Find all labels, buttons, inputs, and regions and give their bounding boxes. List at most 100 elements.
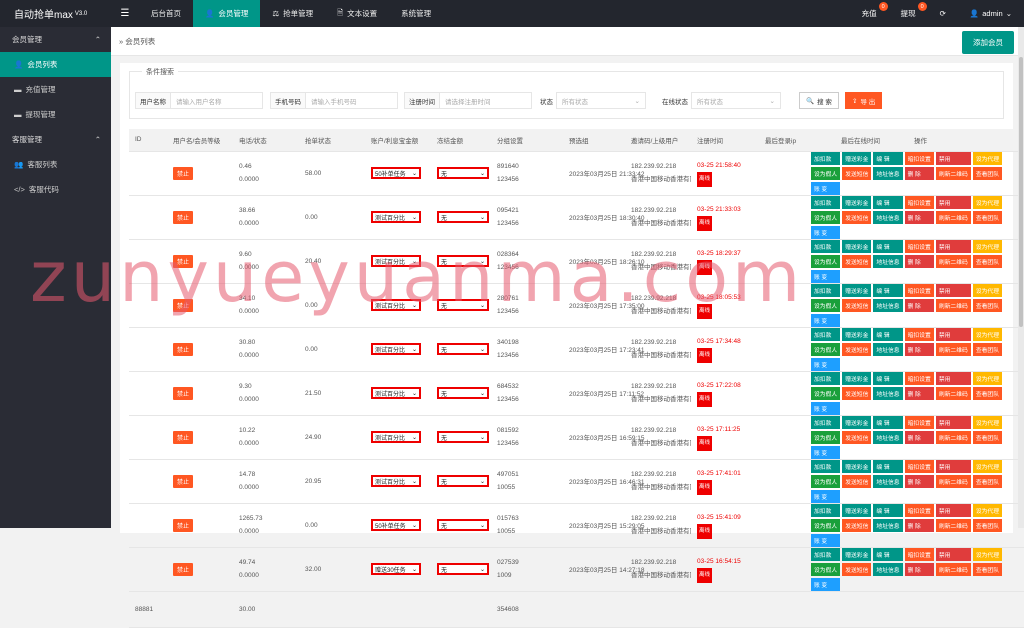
task-select[interactable]: 测试百分比 ⌄ (371, 387, 421, 399)
task-select[interactable]: 测试百分比 ⌄ (371, 431, 421, 443)
op-button-6[interactable]: 设为假人 (811, 474, 841, 488)
op-button-10[interactable]: 刷新二维码 (935, 210, 971, 224)
op-button-8[interactable]: 地址信息 (873, 562, 903, 576)
sidebar-item-service-code[interactable]: </> 客服代码 (0, 177, 111, 202)
sidebar-item-service-list[interactable]: 👥 客服列表 (0, 152, 111, 177)
task-select[interactable]: 测试百分比 ⌄ (371, 343, 421, 355)
op-button-8[interactable]: 地址信息 (873, 386, 903, 400)
op-button-11[interactable]: 查看团队 (972, 342, 1003, 356)
op-button-0[interactable]: 加扣款 (811, 547, 841, 561)
op-button-11[interactable]: 查看团队 (972, 474, 1003, 488)
status-badge[interactable]: 禁止 (173, 386, 194, 400)
group-select[interactable]: 无 ⌄ (437, 167, 489, 179)
op-button-3[interactable]: 暗扣设置 (904, 503, 934, 517)
op-button-8[interactable]: 地址信息 (873, 518, 903, 532)
op-button-11[interactable]: 查看团队 (972, 562, 1003, 576)
sidebar-group-service[interactable]: 客服管理 ⌃ (0, 127, 111, 152)
op-button-12[interactable]: 账 变 (811, 313, 841, 326)
task-select[interactable]: 测试百分比 ⌄ (371, 211, 421, 223)
op-button-9[interactable]: 删 除 (904, 474, 934, 488)
status-badge[interactable]: 禁止 (173, 166, 194, 180)
op-button-2[interactable]: 编 辑 (873, 415, 903, 429)
op-button-5[interactable]: 设为代理 (972, 371, 1003, 385)
recharge-link[interactable]: 充值 0 (850, 0, 889, 27)
phone-input[interactable]: 请输入手机号码 (305, 92, 398, 109)
op-button-2[interactable]: 编 辑 (873, 151, 903, 165)
op-button-12[interactable]: 账 变 (811, 181, 841, 194)
op-button-1[interactable]: 赠送彩金 (842, 327, 872, 341)
op-button-12[interactable]: 账 变 (811, 533, 841, 546)
op-button-7[interactable]: 发送短信 (842, 562, 872, 576)
op-button-7[interactable]: 发送短信 (842, 298, 872, 312)
op-button-10[interactable]: 刷新二维码 (935, 386, 971, 400)
op-button-8[interactable]: 地址信息 (873, 210, 903, 224)
op-button-9[interactable]: 删 除 (904, 430, 934, 444)
group-select[interactable]: 无 ⌄ (437, 211, 489, 223)
op-button-4[interactable]: 禁用 (935, 283, 971, 297)
op-button-5[interactable]: 设为代理 (972, 195, 1003, 209)
op-button-6[interactable]: 设为假人 (811, 342, 841, 356)
refresh-icon[interactable]: ⟳ (928, 0, 958, 27)
op-button-5[interactable]: 设为代理 (972, 459, 1003, 473)
status-badge[interactable]: 禁止 (173, 474, 194, 488)
op-button-10[interactable]: 刷新二维码 (935, 342, 971, 356)
group-select[interactable]: 无 ⌄ (437, 343, 489, 355)
op-button-7[interactable]: 发送短信 (842, 386, 872, 400)
op-button-5[interactable]: 设为代理 (972, 503, 1003, 517)
op-button-0[interactable]: 加扣款 (811, 327, 841, 341)
op-button-1[interactable]: 赠送彩金 (842, 547, 872, 561)
op-button-8[interactable]: 地址信息 (873, 166, 903, 180)
op-button-7[interactable]: 发送短信 (842, 518, 872, 532)
scrollbar-thumb[interactable] (1019, 57, 1023, 327)
op-button-12[interactable]: 账 变 (811, 357, 841, 370)
op-button-12[interactable]: 账 变 (811, 445, 841, 458)
op-button-4[interactable]: 禁用 (935, 459, 971, 473)
op-button-2[interactable]: 编 辑 (873, 459, 903, 473)
op-button-12[interactable]: 账 变 (811, 269, 841, 282)
op-button-10[interactable]: 刷新二维码 (935, 254, 971, 268)
op-button-2[interactable]: 编 辑 (873, 283, 903, 297)
op-button-6[interactable]: 设为假人 (811, 430, 841, 444)
op-button-9[interactable]: 删 除 (904, 166, 934, 180)
group-select[interactable]: 无 ⌄ (437, 255, 489, 267)
op-button-12[interactable]: 账 变 (811, 577, 841, 590)
group-select[interactable]: 无 ⌄ (437, 387, 489, 399)
op-button-2[interactable]: 编 辑 (873, 371, 903, 385)
op-button-4[interactable]: 禁用 (935, 195, 971, 209)
status-badge[interactable]: 禁止 (173, 254, 194, 268)
op-button-5[interactable]: 设为代理 (972, 239, 1003, 253)
sidebar-item-member-list[interactable]: 👤 会员列表 (0, 52, 111, 77)
op-button-10[interactable]: 刷新二维码 (935, 518, 971, 532)
task-select[interactable]: 测试百分比 ⌄ (371, 255, 421, 267)
op-button-3[interactable]: 暗扣设置 (904, 547, 934, 561)
op-button-8[interactable]: 地址信息 (873, 474, 903, 488)
withdraw-link[interactable]: 提现 0 (889, 0, 928, 27)
op-button-0[interactable]: 加扣款 (811, 371, 841, 385)
group-select[interactable]: 无 ⌄ (437, 299, 489, 311)
task-select[interactable]: 测试百分比 ⌄ (371, 475, 421, 487)
op-button-0[interactable]: 加扣款 (811, 459, 841, 473)
sidebar-item-withdraw[interactable]: ▬ 提现管理 (0, 102, 111, 127)
sidebar-item-recharge[interactable]: ▬ 充值管理 (0, 77, 111, 102)
op-button-1[interactable]: 赠送彩金 (842, 195, 872, 209)
op-button-5[interactable]: 设为代理 (972, 151, 1003, 165)
op-button-7[interactable]: 发送短信 (842, 430, 872, 444)
status-select[interactable]: 所有状态 ⌄ (556, 92, 646, 109)
op-button-4[interactable]: 禁用 (935, 239, 971, 253)
op-button-11[interactable]: 查看团队 (972, 518, 1003, 532)
op-button-6[interactable]: 设为假人 (811, 562, 841, 576)
op-button-10[interactable]: 刷新二维码 (935, 430, 971, 444)
nav-home[interactable]: 后台首页 (139, 0, 193, 27)
op-button-9[interactable]: 删 除 (904, 386, 934, 400)
op-button-1[interactable]: 赠送彩金 (842, 415, 872, 429)
op-button-7[interactable]: 发送短信 (842, 342, 872, 356)
op-button-9[interactable]: 删 除 (904, 342, 934, 356)
op-button-8[interactable]: 地址信息 (873, 342, 903, 356)
op-button-2[interactable]: 编 辑 (873, 239, 903, 253)
op-button-0[interactable]: 加扣款 (811, 415, 841, 429)
add-member-button[interactable]: 添加会员 (962, 31, 1014, 54)
op-button-10[interactable]: 刷新二维码 (935, 474, 971, 488)
op-button-9[interactable]: 删 除 (904, 210, 934, 224)
op-button-3[interactable]: 暗扣设置 (904, 239, 934, 253)
op-button-3[interactable]: 暗扣设置 (904, 327, 934, 341)
